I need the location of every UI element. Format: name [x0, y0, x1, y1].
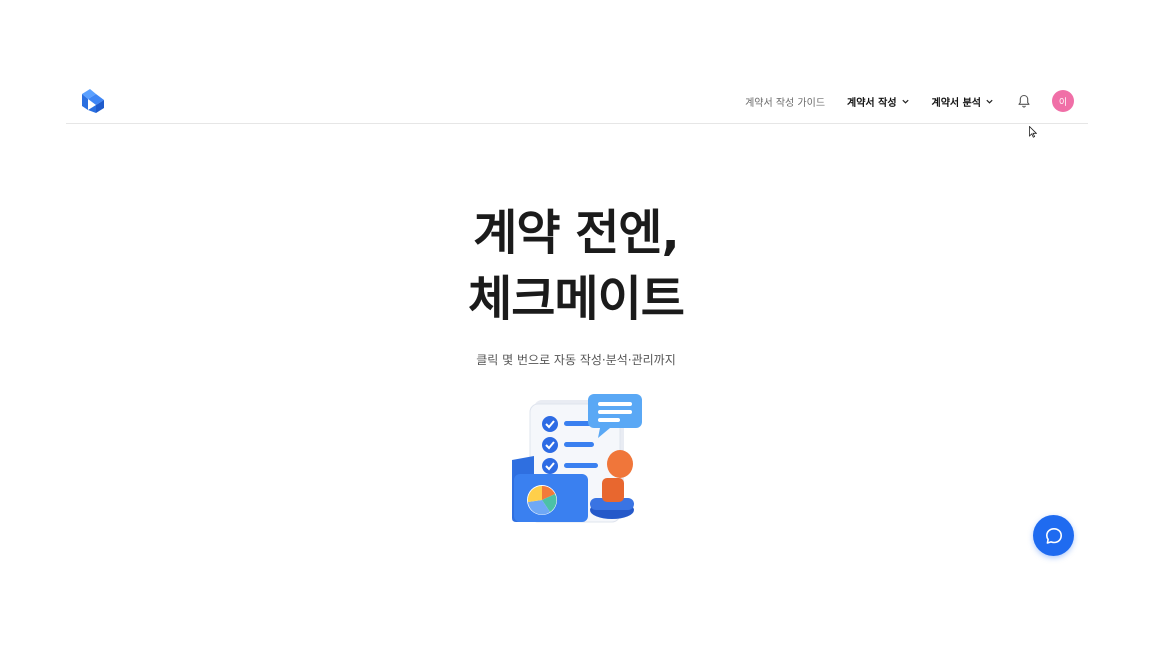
contract-checklist-illustration: [512, 394, 642, 523]
hero-title-line2: 체크메이트: [468, 271, 685, 327]
avatar[interactable]: 이: [1052, 90, 1074, 112]
logo-icon[interactable]: [78, 86, 108, 116]
main-nav: 계약서 작성 가이드 계약서 작성 계약서 분석 이: [745, 80, 1088, 122]
bell-icon[interactable]: [1016, 93, 1032, 109]
chat-button[interactable]: [1033, 515, 1074, 556]
header: 계약서 작성 가이드 계약서 작성 계약서 분석 이: [66, 80, 1088, 124]
nav-analyze-label: 계약서 분석: [931, 97, 981, 109]
avatar-initial: 이: [1058, 97, 1068, 108]
nav-write-menu[interactable]: 계약서 작성: [847, 94, 909, 109]
hero-title-line1: 계약 전엔,: [473, 205, 680, 261]
cursor-icon: [1029, 126, 1037, 138]
chat-icon: [1045, 527, 1062, 544]
nav-write-label: 계약서 작성: [847, 97, 897, 109]
nav-guide-link[interactable]: 계약서 작성 가이드: [745, 94, 825, 109]
page: 계약서 작성 가이드 계약서 작성 계약서 분석 이 계약 전엔, 체크메이트 …: [0, 0, 1152, 648]
chevron-down-icon: [901, 99, 909, 104]
nav-analyze-menu[interactable]: 계약서 분석: [932, 94, 994, 109]
chevron-down-icon: [986, 99, 993, 104]
hero-subtitle: 클릭 몇 번으로 자동 작성·분석·관리까지: [476, 353, 676, 367]
